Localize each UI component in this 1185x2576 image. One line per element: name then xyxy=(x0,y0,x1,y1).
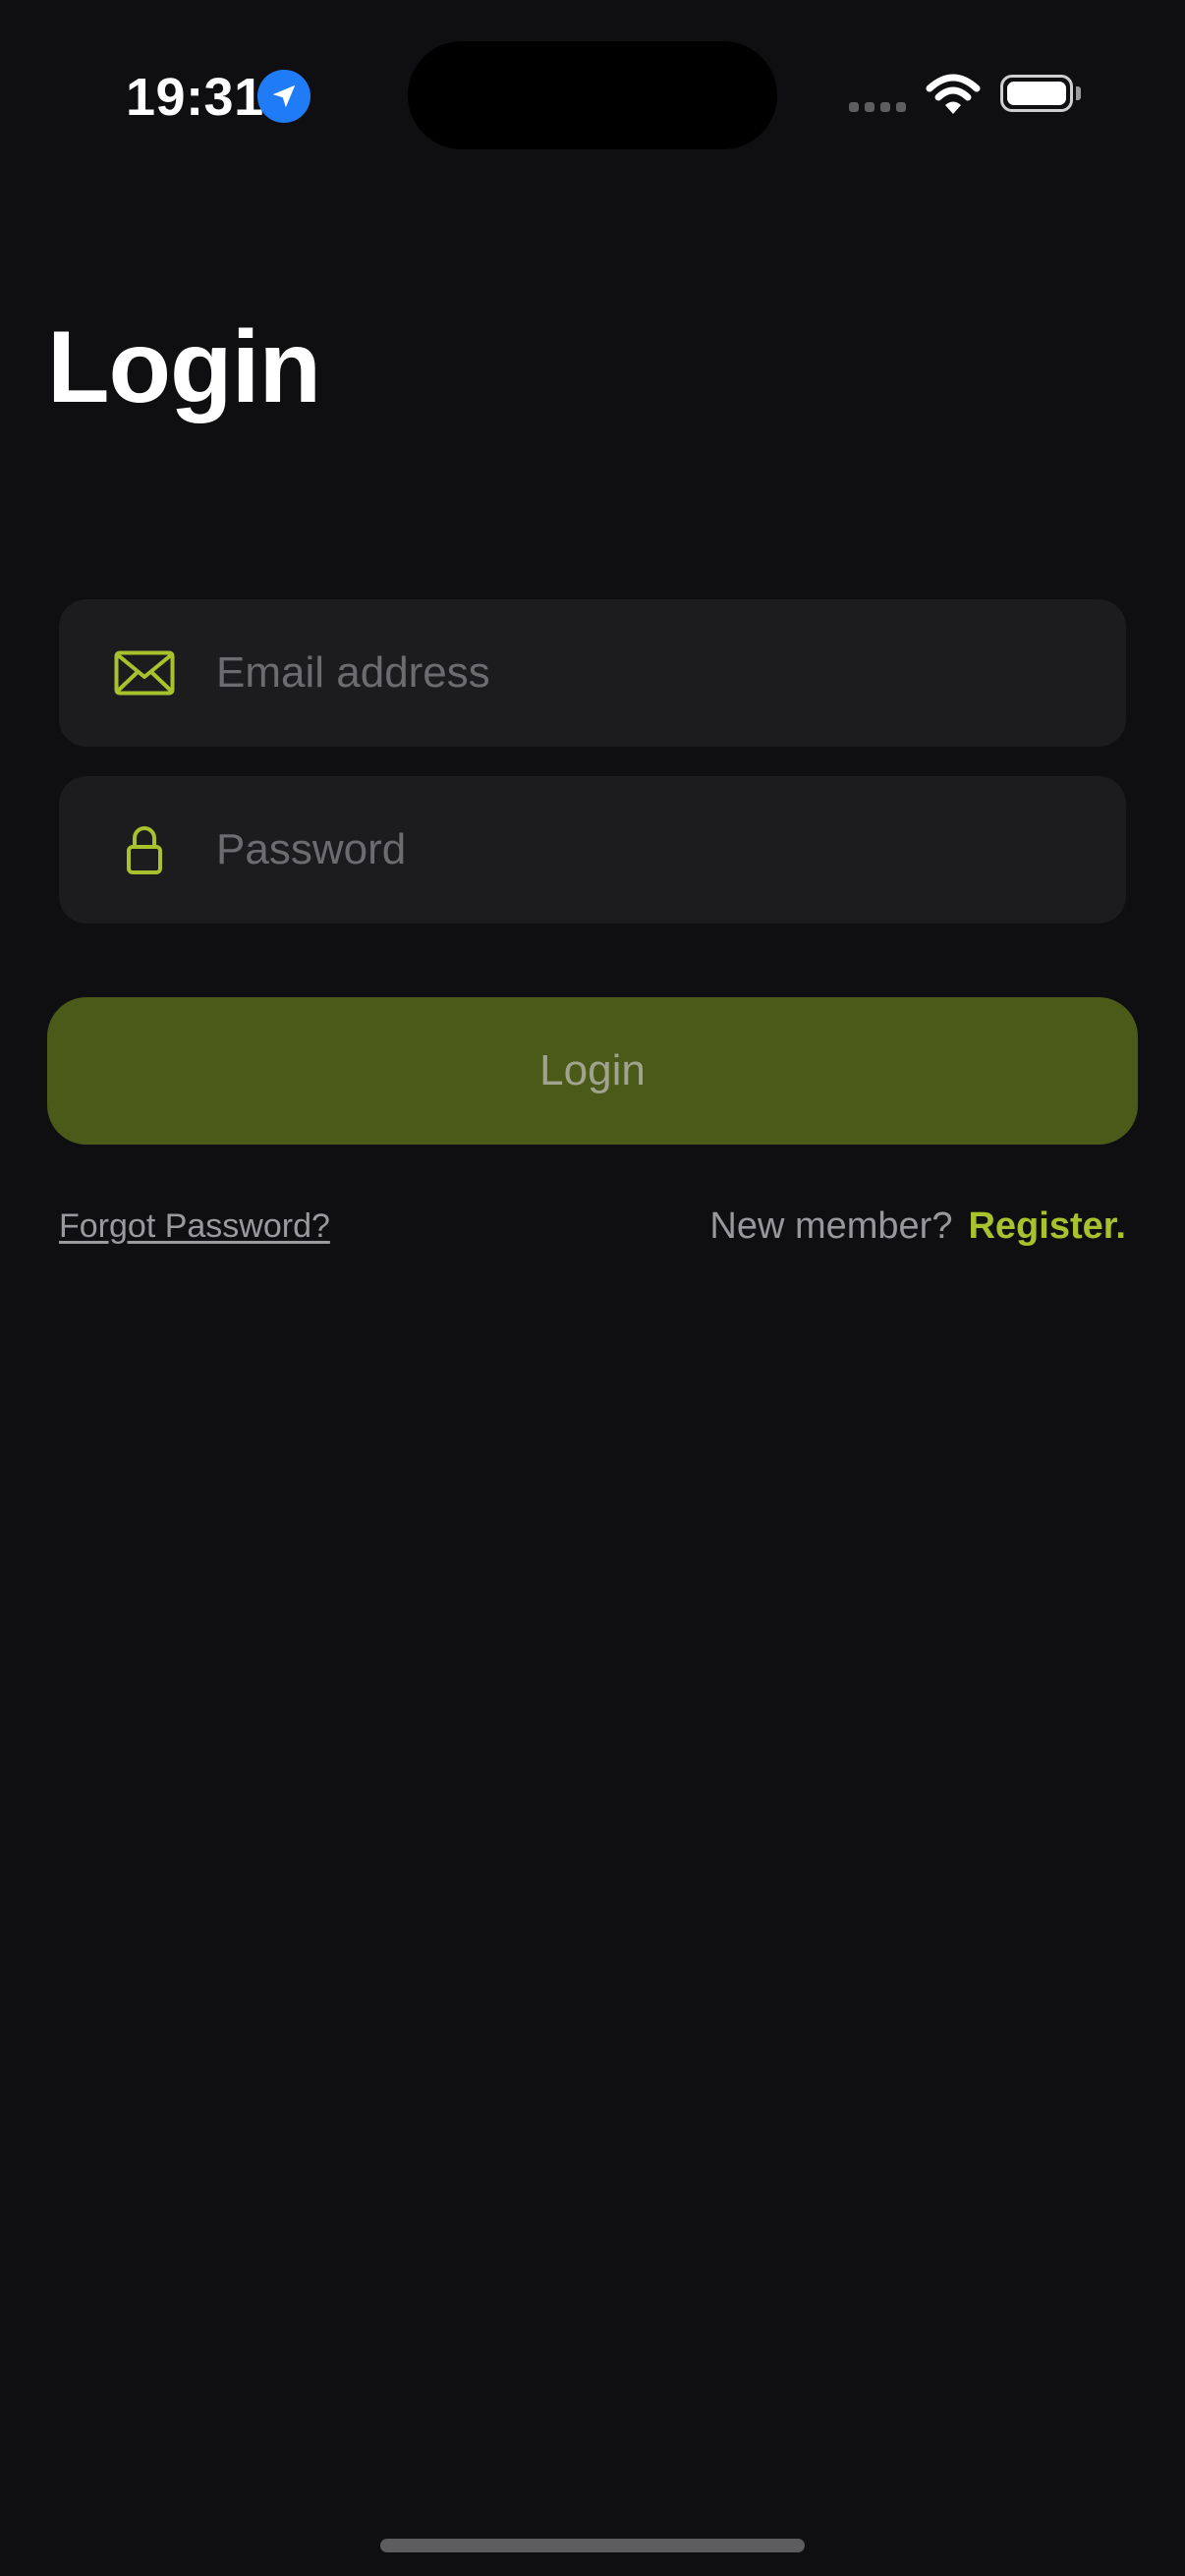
cellular-signal-icon xyxy=(849,102,906,112)
email-input[interactable] xyxy=(216,599,1081,747)
dynamic-island xyxy=(408,41,777,149)
battery-icon xyxy=(1000,75,1073,112)
status-time: 19:31 xyxy=(126,68,264,127)
login-button[interactable]: Login xyxy=(47,997,1138,1145)
password-input[interactable] xyxy=(216,776,1081,924)
forgot-password-link[interactable]: Forgot Password? xyxy=(59,1204,330,1248)
location-arrow-icon xyxy=(257,70,310,123)
register-row: New member? Register. xyxy=(709,1199,1126,1254)
password-field-container[interactable] xyxy=(59,776,1126,924)
envelope-icon xyxy=(112,599,177,747)
wifi-icon xyxy=(926,73,981,121)
email-field-container[interactable] xyxy=(59,599,1126,747)
page-title: Login xyxy=(47,310,321,424)
register-link[interactable]: Register. xyxy=(968,1199,1126,1254)
lock-icon xyxy=(112,776,177,924)
battery-cap xyxy=(1076,86,1081,100)
home-indicator[interactable] xyxy=(380,2539,805,2552)
new-member-label: New member? xyxy=(709,1205,953,1247)
